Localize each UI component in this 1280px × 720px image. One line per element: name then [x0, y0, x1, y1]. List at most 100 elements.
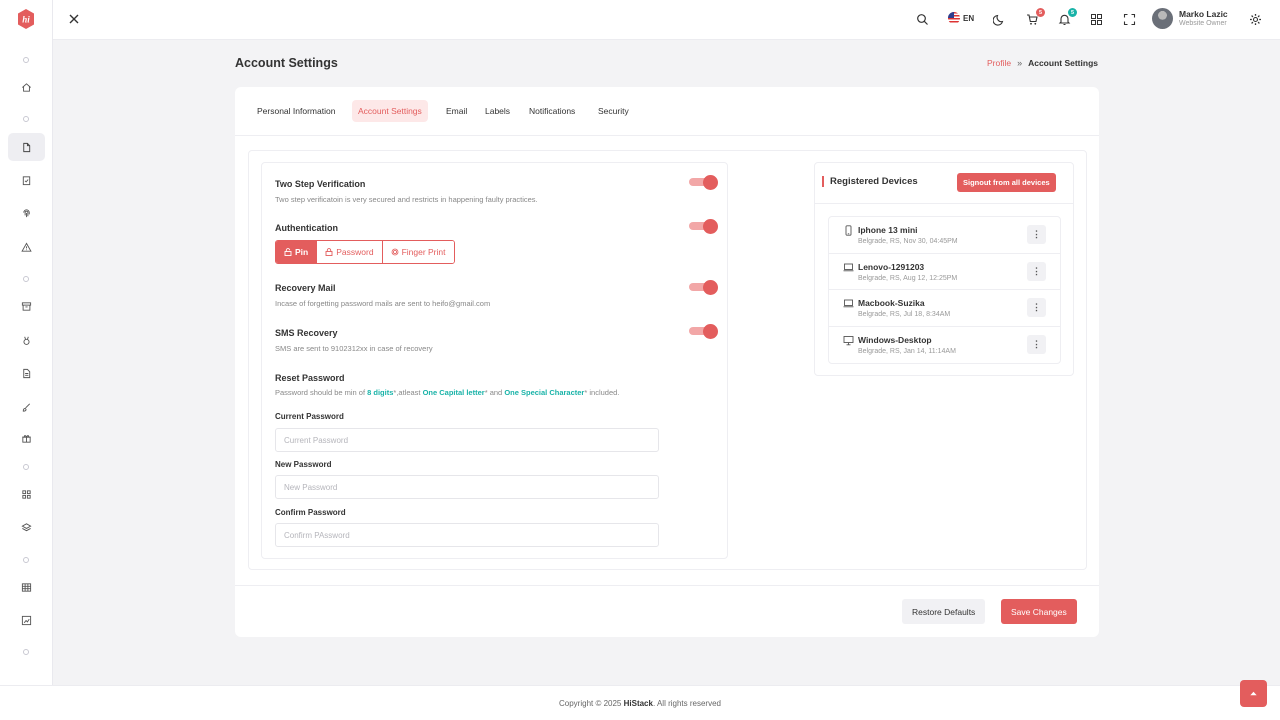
- brand-logo[interactable]: hi: [16, 8, 36, 30]
- theme-toggle[interactable]: [993, 13, 1006, 26]
- sidebar-item-home[interactable]: [8, 73, 45, 101]
- sidebar-item-tables[interactable]: [8, 573, 45, 601]
- reset-password-desc: Password should be min of 8 digits*,atle…: [275, 388, 619, 397]
- auth-password-button[interactable]: Password: [317, 241, 383, 263]
- user-name: Marko Lazic: [1179, 9, 1228, 19]
- rule-8-digits: 8 digits: [367, 388, 394, 397]
- sidebar-item-alerts[interactable]: [8, 233, 45, 261]
- tab-labels[interactable]: Labels: [479, 100, 516, 122]
- sms-recovery-title: SMS Recovery: [275, 328, 338, 338]
- auth-fingerprint-button[interactable]: Finger Print: [382, 241, 454, 263]
- auth-fingerprint-label: Finger Print: [401, 247, 446, 257]
- rule-capital-letter: One Capital letter: [422, 388, 485, 397]
- device-meta: Belgrade, RS, Nov 30, 04:45PM: [858, 238, 958, 245]
- recovery-mail-desc: Incase of forgetting password mails are …: [275, 299, 491, 308]
- copyright-suffix: . All rights reserved: [652, 698, 721, 708]
- notifications-button[interactable]: 5: [1058, 8, 1077, 26]
- sidebar-item-apps[interactable]: [8, 480, 45, 508]
- auth-pin-button[interactable]: Pin: [276, 241, 318, 263]
- fullscreen-button[interactable]: [1123, 13, 1136, 26]
- sidebar-item-layers[interactable]: [8, 513, 45, 541]
- apps-button[interactable]: [1090, 13, 1103, 26]
- signout-all-button[interactable]: Signout from all devices: [957, 173, 1056, 192]
- recovery-mail-toggle[interactable]: [689, 280, 719, 295]
- grid-icon: [22, 489, 31, 499]
- authentication-toggle[interactable]: [689, 219, 719, 234]
- page-footer: Copyright © 2025 HiStack. All rights res…: [0, 685, 1280, 720]
- table-icon: [21, 582, 32, 592]
- tab-personal-information[interactable]: Personal Information: [251, 100, 341, 122]
- phone-icon: [845, 225, 852, 236]
- sms-recovery-desc: SMS are sent to 9102312xx in case of rec…: [275, 344, 433, 353]
- fingerprint-icon: [23, 208, 30, 217]
- confirm-password-label: Confirm Password: [275, 508, 346, 517]
- gift-icon: [22, 434, 31, 443]
- device-more-button[interactable]: ⋮: [1027, 334, 1046, 354]
- save-changes-button[interactable]: Save Changes: [1001, 599, 1077, 624]
- sidebar-item-fingerprint[interactable]: [8, 199, 45, 227]
- account-settings-panel: Two Step Verification Two step verificat…: [248, 150, 1087, 570]
- tab-account-settings[interactable]: Account Settings: [352, 100, 428, 122]
- sidebar-item-gifts[interactable]: [8, 424, 45, 452]
- sidebar-close-button[interactable]: [68, 13, 80, 25]
- caret-up-icon: [1250, 691, 1257, 696]
- current-password-label: Current Password: [275, 412, 344, 421]
- restore-defaults-button[interactable]: Restore Defaults: [902, 599, 986, 624]
- copyright-prefix: Copyright © 2025: [559, 698, 622, 708]
- search-icon: [917, 14, 928, 25]
- lock-icon: [325, 248, 333, 256]
- authentication-title: Authentication: [275, 223, 338, 233]
- current-password-input[interactable]: [275, 428, 659, 452]
- sidebar-item-tasks[interactable]: [8, 166, 45, 194]
- archive-icon: [21, 301, 32, 311]
- tab-notifications[interactable]: Notifications: [523, 100, 581, 122]
- search-button[interactable]: [916, 13, 929, 26]
- tab-email[interactable]: Email: [440, 100, 473, 122]
- two-step-toggle[interactable]: [689, 175, 719, 190]
- document-icon: [23, 368, 31, 378]
- breadcrumb-profile-link[interactable]: Profile: [987, 58, 1011, 68]
- settings-button[interactable]: [1249, 13, 1262, 26]
- sidebar-item-archive[interactable]: [8, 292, 45, 320]
- sidebar-item-awards[interactable]: [8, 326, 45, 354]
- list-item: Lenovo-1291203 Belgrade, RS, Aug 12, 12:…: [829, 254, 1060, 290]
- reset-desc-text: *,atleast: [393, 388, 423, 397]
- avatar: [1152, 8, 1173, 29]
- sidebar: hi: [0, 0, 53, 685]
- chart-icon: [21, 615, 32, 625]
- scroll-to-top-button[interactable]: [1240, 680, 1267, 707]
- sms-recovery-toggle[interactable]: [689, 324, 719, 339]
- fullscreen-icon: [1123, 13, 1136, 26]
- sidebar-section-dot: [23, 649, 29, 655]
- notification-badge: 5: [1068, 8, 1077, 17]
- security-options: Two Step Verification Two step verificat…: [261, 162, 728, 559]
- sidebar-item-pages[interactable]: [8, 133, 45, 161]
- device-more-button[interactable]: ⋮: [1027, 261, 1046, 281]
- sidebar-item-charts[interactable]: [8, 606, 45, 634]
- device-more-button[interactable]: ⋮: [1027, 225, 1046, 244]
- cart-button[interactable]: 5: [1026, 8, 1045, 26]
- confirm-password-input[interactable]: [275, 523, 659, 547]
- sidebar-item-design[interactable]: [8, 393, 45, 421]
- desktop-icon: [843, 335, 854, 345]
- device-more-button[interactable]: ⋮: [1027, 298, 1046, 317]
- user-menu[interactable]: Marko Lazic Website Owner: [1152, 8, 1228, 29]
- tab-security[interactable]: Security: [592, 100, 635, 122]
- recovery-mail-title: Recovery Mail: [275, 283, 336, 293]
- authentication-method-group: Pin Password Finger Print: [275, 240, 455, 264]
- laptop-icon: [843, 299, 854, 308]
- device-name: Lenovo-1291203: [858, 261, 925, 272]
- registered-devices-title: Registered Devices: [822, 176, 918, 187]
- new-password-input[interactable]: [275, 475, 659, 499]
- list-item: Iphone 13 mini Belgrade, RS, Nov 30, 04:…: [829, 217, 1060, 254]
- language-selector[interactable]: EN: [948, 12, 974, 24]
- cart-badge: 5: [1036, 8, 1045, 17]
- auth-password-label: Password: [336, 247, 374, 257]
- sidebar-item-documents[interactable]: [8, 359, 45, 387]
- breadcrumb-current: Account Settings: [1028, 58, 1098, 68]
- top-header: EN 5 5 Marko Lazic Website Owner: [53, 0, 1280, 40]
- device-meta: Belgrade, RS, Jul 18, 8:34AM: [858, 311, 951, 318]
- list-item: Windows-Desktop Belgrade, RS, Jan 14, 11…: [829, 327, 1060, 364]
- logo-text: hi: [22, 15, 30, 25]
- reset-desc-text: * included.: [584, 388, 620, 397]
